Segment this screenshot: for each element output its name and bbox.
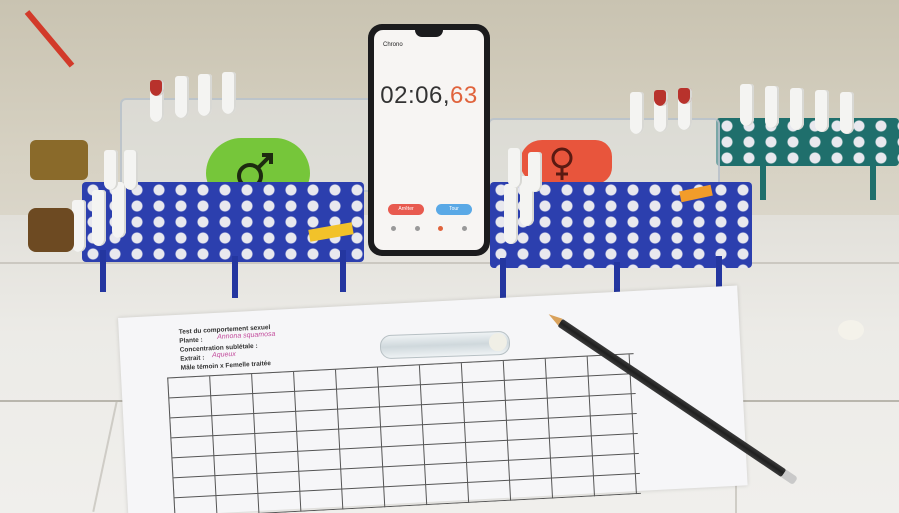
tube-cap bbox=[654, 90, 668, 106]
timer-centiseconds: 63 bbox=[450, 82, 478, 109]
bottom-nav bbox=[382, 223, 476, 233]
cotton-plug bbox=[488, 332, 508, 352]
test-tube bbox=[222, 72, 236, 114]
timer-icon[interactable] bbox=[461, 225, 467, 231]
timer-main: 02:06, bbox=[380, 82, 451, 109]
stopwatch-app-title: Chrono bbox=[383, 42, 403, 48]
lab-bench-photo: Chrono 02:06,63 Arrêter Tour Test du com… bbox=[0, 0, 899, 513]
test-tube bbox=[150, 80, 164, 122]
glass-vial bbox=[379, 330, 511, 360]
world-clock-icon[interactable] bbox=[414, 225, 420, 231]
stopwatch-readout: 02:06,63 bbox=[374, 82, 484, 110]
observation-table bbox=[167, 353, 641, 513]
test-tube bbox=[104, 150, 118, 190]
test-tube bbox=[198, 74, 212, 116]
tile-grout bbox=[0, 262, 899, 264]
test-tube bbox=[740, 84, 754, 126]
plant-label: Plante : bbox=[179, 336, 203, 345]
test-tube bbox=[92, 190, 106, 246]
clock-icon[interactable] bbox=[391, 225, 397, 231]
test-tube bbox=[528, 152, 542, 192]
test-tube bbox=[508, 148, 522, 188]
test-tube bbox=[124, 150, 138, 190]
extract-label: Extrait : bbox=[180, 354, 205, 363]
worksheet: Test du comportement sexuel Plante : Ann… bbox=[118, 285, 748, 513]
test-tube bbox=[654, 90, 668, 132]
test-tube bbox=[72, 200, 86, 252]
test-tube bbox=[678, 88, 692, 130]
valve bbox=[30, 140, 88, 180]
rack-leg bbox=[870, 160, 876, 200]
rack-leg bbox=[340, 250, 346, 292]
pipe-fitting bbox=[28, 208, 74, 252]
test-tube bbox=[815, 90, 829, 132]
test-tube bbox=[630, 92, 644, 134]
cotton-ball bbox=[838, 320, 864, 340]
stop-button[interactable]: Arrêter bbox=[388, 204, 424, 215]
rack-leg bbox=[232, 256, 238, 298]
tube-cap bbox=[678, 88, 692, 104]
test-tube bbox=[112, 182, 126, 238]
test-tube bbox=[790, 88, 804, 130]
smartphone: Chrono 02:06,63 Arrêter Tour bbox=[368, 24, 490, 256]
phone-screen: Chrono 02:06,63 Arrêter Tour bbox=[374, 30, 484, 250]
rack-leg bbox=[760, 160, 766, 200]
test-tube bbox=[840, 92, 854, 134]
lap-button[interactable]: Tour bbox=[436, 204, 472, 215]
rack-leg bbox=[500, 258, 506, 300]
test-tube bbox=[175, 76, 189, 118]
camera-notch bbox=[415, 30, 443, 37]
rack-leg bbox=[100, 250, 106, 292]
test-tube bbox=[504, 184, 518, 244]
test-tube bbox=[765, 86, 779, 128]
stopwatch-icon[interactable] bbox=[438, 225, 444, 231]
extract-value: Aqueux bbox=[211, 350, 236, 360]
tube-cap bbox=[150, 80, 164, 96]
